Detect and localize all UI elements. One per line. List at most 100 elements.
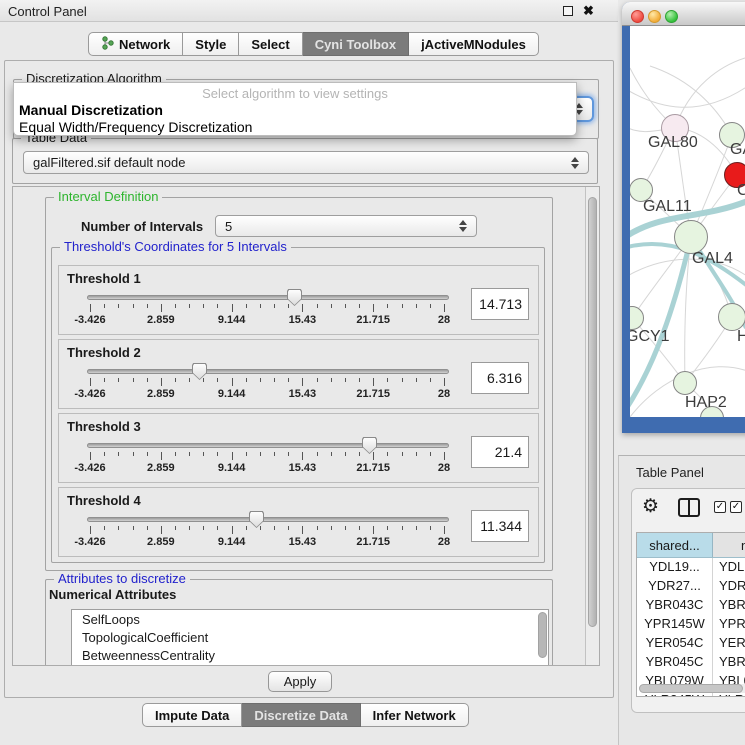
tick-mark xyxy=(288,526,289,530)
network-node-hap2[interactable] xyxy=(673,371,697,395)
cell[interactable]: YDR27... xyxy=(637,577,713,596)
attribute-item[interactable]: BetweennessCentrality xyxy=(72,646,548,664)
network-node-h[interactable] xyxy=(718,303,745,331)
tick-mark xyxy=(246,452,247,456)
threshold-4-slider-thumb[interactable] xyxy=(249,511,264,528)
threshold-2-value-field[interactable]: 6.316 xyxy=(471,362,529,394)
tick-mark xyxy=(260,452,261,456)
float-icon[interactable] xyxy=(563,6,573,16)
threshold-2-ticks xyxy=(90,378,444,387)
cell[interactable]: YBR0 xyxy=(713,653,745,672)
tab-select[interactable]: Select xyxy=(239,32,302,56)
tick-mark xyxy=(359,304,360,308)
network-node-gal4[interactable] xyxy=(674,220,708,254)
cell[interactable]: YBR0 xyxy=(713,596,745,615)
threshold-4-slider-track[interactable] xyxy=(87,517,449,522)
tick-mark xyxy=(175,452,176,456)
scrollbar-thumb[interactable] xyxy=(588,197,597,627)
cell[interactable]: YBR045C xyxy=(637,653,713,672)
scale-label: -3.426 xyxy=(74,462,105,474)
tab-cyni-toolbox[interactable]: Cyni Toolbox xyxy=(303,32,409,56)
tab-jactivemnodules[interactable]: jActiveMNodules xyxy=(409,32,539,56)
tick-mark xyxy=(147,378,148,382)
tick-mark xyxy=(203,452,204,456)
algorithm-placeholder-item[interactable]: Select algorithm to view settings xyxy=(14,86,576,101)
threshold-1-value-field[interactable]: 14.713 xyxy=(471,288,529,320)
tick-mark xyxy=(203,304,204,308)
zoom-traffic-light-icon[interactable] xyxy=(665,10,678,23)
interval-definition-title: Interval Definition xyxy=(54,189,162,204)
node-label-gal4: GAL4 xyxy=(692,250,733,268)
attributes-scrollbar[interactable] xyxy=(538,612,547,658)
number-of-intervals-combobox[interactable]: 5 xyxy=(215,215,477,237)
table-row[interactable]: YBR045CYBR0 xyxy=(637,653,745,672)
tick-mark xyxy=(90,378,91,386)
tab-discretize-data-label: Discretize Data xyxy=(254,708,347,723)
settings-scroll-area: Interval Definition Number of Intervals … xyxy=(12,186,600,666)
scale-label: 15.43 xyxy=(289,388,317,400)
minimize-traffic-light-icon[interactable] xyxy=(648,10,661,23)
close-icon[interactable]: ✖ xyxy=(583,3,594,19)
cell[interactable]: YDR2 xyxy=(713,577,745,596)
network-icon xyxy=(101,36,114,53)
checkbox-icon[interactable]: ✓ xyxy=(730,501,742,513)
table-row[interactable]: YBR043CYBR0 xyxy=(637,596,745,615)
tick-mark xyxy=(416,526,417,530)
tick-mark xyxy=(246,526,247,530)
column-header-name[interactable]: n xyxy=(713,533,745,557)
cell[interactable]: YER0 xyxy=(713,634,745,653)
columns-icon[interactable] xyxy=(678,498,700,517)
tick-mark xyxy=(317,378,318,382)
threshold-3-slider-track[interactable] xyxy=(87,443,449,448)
table-horizontal-scrollbar[interactable] xyxy=(639,684,745,693)
apply-button[interactable]: Apply xyxy=(268,671,332,692)
scrollbar-thumb[interactable] xyxy=(639,684,743,693)
gear-icon[interactable]: ⚙ xyxy=(642,495,659,518)
table-row[interactable]: YER054CYER0 xyxy=(637,634,745,653)
threshold-4-value-field[interactable]: 11.344 xyxy=(471,510,529,542)
table-data-combobox[interactable]: galFiltered.sif default node xyxy=(23,151,589,174)
threshold-1-slider-thumb[interactable] xyxy=(287,289,302,306)
tab-discretize-data[interactable]: Discretize Data xyxy=(242,703,360,727)
combo-arrows-icon xyxy=(459,220,468,232)
network-canvas[interactable]: GAL80 GA GAL11 C GAL4 GCY1 H HAP2 xyxy=(630,26,745,417)
close-traffic-light-icon[interactable] xyxy=(631,10,644,23)
cell[interactable]: YBR043C xyxy=(637,596,713,615)
tab-network[interactable]: Network xyxy=(88,32,183,56)
tick-mark xyxy=(387,526,388,530)
algorithm-item-manual[interactable]: Manual Discretization xyxy=(19,102,163,118)
attribute-item[interactable]: TopologicalCoefficient xyxy=(72,628,548,646)
cell[interactable]: YPR1 xyxy=(713,615,745,634)
threshold-3-slider-thumb[interactable] xyxy=(362,437,377,454)
cell[interactable]: YPR145W xyxy=(637,615,713,634)
threshold-3-value-field[interactable]: 21.4 xyxy=(471,436,529,468)
tab-infer-network[interactable]: Infer Network xyxy=(361,703,469,727)
network-window-titlebar[interactable] xyxy=(622,2,745,26)
threshold-4-scale: -3.426 2.859 9.144 15.43 21.715 28 xyxy=(90,536,444,548)
threshold-2-slider-track[interactable] xyxy=(87,369,449,374)
cell[interactable]: YDL19... xyxy=(637,558,713,577)
column-header-shared[interactable]: shared... xyxy=(637,533,713,557)
checkbox-icon[interactable]: ✓ xyxy=(714,501,726,513)
table-row[interactable]: YPR145WYPR1 xyxy=(637,615,745,634)
tab-style[interactable]: Style xyxy=(183,32,239,56)
tick-mark xyxy=(359,452,360,456)
cell[interactable]: YER054C xyxy=(637,634,713,653)
table-row[interactable]: YDR27...YDR2 xyxy=(637,577,745,596)
tick-mark xyxy=(118,526,119,530)
tick-mark xyxy=(232,304,233,312)
algorithm-item-equal-width[interactable]: Equal Width/Frequency Discretization xyxy=(19,119,252,135)
cell[interactable]: YDL1 xyxy=(713,558,745,577)
table-row[interactable]: YDL19...YDL1 xyxy=(637,558,745,577)
tick-mark xyxy=(90,526,91,534)
tab-impute-data[interactable]: Impute Data xyxy=(142,703,242,727)
tick-mark xyxy=(104,526,105,530)
threshold-2-slider-thumb[interactable] xyxy=(192,363,207,380)
settings-vertical-scrollbar[interactable] xyxy=(585,187,599,665)
tick-mark xyxy=(161,378,162,386)
thresholds-title: Threshold's Coordinates for 5 Intervals xyxy=(60,239,291,254)
scale-label: 9.144 xyxy=(218,388,246,400)
tick-mark xyxy=(217,526,218,530)
threshold-1-slider-track[interactable] xyxy=(87,295,449,300)
attribute-item[interactable]: SelfLoops xyxy=(72,610,548,628)
